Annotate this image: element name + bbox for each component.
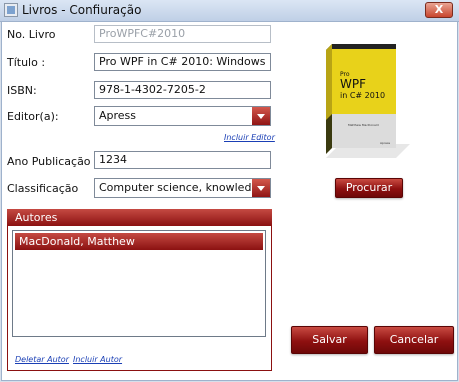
editor-combo-value: Apress [99, 109, 137, 122]
isbn-field[interactable]: 978-1-4302-7205-2 [94, 81, 271, 99]
ano-field[interactable]: 1234 [94, 151, 271, 169]
deletar-autor-link[interactable]: Deletar Autor [15, 355, 69, 364]
cover-wpf-text: WPF [340, 77, 366, 91]
autores-header: Autores [7, 209, 272, 226]
book-cover-image: Pro WPF in C# 2010 Matthew MacDonald Apr… [326, 44, 410, 158]
titulo-label: Título : [7, 56, 46, 69]
autores-group: MacDonald, Matthew Deletar Autor Incluir… [7, 226, 272, 371]
editor-dropdown-icon[interactable] [252, 107, 270, 125]
editor-combo[interactable]: Apress [94, 106, 271, 126]
window-title: Livros - Confiuração [22, 3, 142, 17]
salvar-button[interactable]: Salvar [291, 326, 368, 354]
incluir-autor-link[interactable]: Incluir Autor [73, 355, 122, 364]
autores-list-item[interactable]: MacDonald, Matthew [15, 233, 263, 250]
classificacao-combo-value: Computer science, knowledge & s [99, 181, 271, 194]
window-content: No. Livro ProWPFC#2010 Título : Pro WPF … [1, 21, 458, 381]
titulo-field[interactable]: Pro WPF in C# 2010: Windows Pres [94, 53, 271, 71]
ano-label: Ano Publicação : [7, 155, 98, 168]
cover-publisher-text: Apress [380, 141, 391, 145]
cover-author-text: Matthew MacDonald [348, 123, 379, 127]
classificacao-combo[interactable]: Computer science, knowledge & s [94, 178, 271, 198]
no-livro-field[interactable]: ProWPFC#2010 [94, 25, 271, 43]
procurar-button[interactable]: Procurar [335, 178, 403, 198]
title-bar: Livros - Confiuração X [0, 0, 459, 22]
classificacao-dropdown-icon[interactable] [252, 179, 270, 197]
editor-label: Editor(a): [7, 110, 59, 123]
incluir-editor-link[interactable]: Incluir Editor [224, 133, 275, 142]
cover-subtitle-text: in C# 2010 [340, 91, 385, 100]
close-button[interactable]: X [425, 2, 453, 18]
isbn-label: ISBN: [7, 84, 37, 97]
cancelar-button[interactable]: Cancelar [374, 326, 454, 354]
no-livro-label: No. Livro [7, 28, 56, 41]
app-icon [4, 3, 18, 17]
classificacao-label: Classificação [7, 182, 79, 195]
autores-list[interactable]: MacDonald, Matthew [12, 230, 266, 337]
